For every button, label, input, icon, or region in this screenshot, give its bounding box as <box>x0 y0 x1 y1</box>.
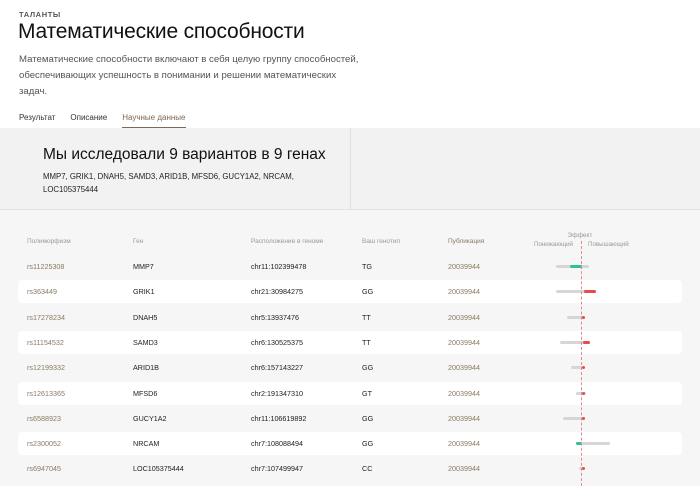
header-gene: Ген <box>133 238 144 245</box>
row-location: chr21:30984275 <box>251 287 303 296</box>
row-polymorphism[interactable]: rs6588923 <box>27 414 61 423</box>
row-gene: NRCAM <box>133 439 160 448</box>
table-row: rs2300052 NRCAM chr7:108088494 GG 20039944 <box>18 432 682 455</box>
effect-value-bar <box>581 366 585 369</box>
table-row: rs6588923 GUCY1A2 chr11:106619892 GG 2003994… <box>18 407 682 430</box>
row-location: chr7:107499947 <box>251 464 303 473</box>
row-location: chr11:106619892 <box>251 414 307 423</box>
row-location: chr6:157143227 <box>251 363 303 372</box>
row-genotype: GG <box>362 414 374 423</box>
row-polymorphism[interactable]: rs11225308 <box>27 262 64 271</box>
effect-value-bar <box>582 417 585 420</box>
tab-scientific-data[interactable]: Научные данные <box>122 113 186 128</box>
row-genotype: TG <box>362 262 372 271</box>
row-genotype: TT <box>362 313 371 322</box>
row-polymorphism[interactable]: rs12199332 <box>27 363 65 372</box>
row-genotype: TT <box>362 338 371 347</box>
row-polymorphism[interactable]: rs12613365 <box>27 389 65 398</box>
header-location: Расположение в геноме <box>251 238 324 245</box>
row-gene: MMP7 <box>133 262 154 271</box>
row-publication[interactable]: 20039944 <box>448 338 480 347</box>
row-gene: ARID1B <box>133 363 159 372</box>
row-publication[interactable]: 20039944 <box>448 439 480 448</box>
header-publication[interactable]: Публикация <box>448 238 484 245</box>
table-row: rs17278234 DNAH5 chr5:13937476 TT 20039944 <box>18 306 682 329</box>
header-effect-raising: Повышающий <box>588 241 629 248</box>
summary-title: Мы исследовали 9 вариантов в 9 генах <box>43 146 326 163</box>
header-effect: Эффект <box>567 232 593 239</box>
row-location: chr5:13937476 <box>251 313 299 322</box>
row-genotype: GG <box>362 439 374 448</box>
row-genotype: GT <box>362 389 372 398</box>
table-row: rs6947045 LOC105375444 chr7:107499947 CC 200… <box>18 457 682 480</box>
table-row: rs11225308 MMP7 chr11:102399478 TG 20039944 <box>18 255 682 278</box>
effect-value-bar <box>581 392 585 395</box>
tab-description[interactable]: Описание <box>70 113 107 128</box>
page-title: Математические способности <box>18 20 305 43</box>
header-genotype: Ваш генотип <box>362 238 401 245</box>
section-kicker: ТАЛАНТЫ <box>19 10 61 19</box>
row-polymorphism[interactable]: rs6947045 <box>27 464 61 473</box>
row-genotype: GG <box>362 287 374 296</box>
row-polymorphism[interactable]: rs2300052 <box>27 439 61 448</box>
summary-gene-list: MMP7, GRIK1, DNAH5, SAMD3, ARID1B, MFSD6… <box>43 172 294 194</box>
row-location: chr6:130525375 <box>251 338 303 347</box>
row-publication[interactable]: 20039944 <box>448 313 480 322</box>
effect-value-bar <box>582 316 585 319</box>
row-location: chr7:108088494 <box>251 439 303 448</box>
row-gene: DNAH5 <box>133 313 158 322</box>
row-location: chr11:102399478 <box>251 262 307 271</box>
table-row: rs12199332 ARID1B chr6:157143227 GG 20039944 <box>18 356 682 379</box>
research-summary: Мы исследовали 9 вариантов в 9 генах MMP… <box>0 128 700 210</box>
header-polymorphism: Полиморфизм <box>27 238 71 245</box>
summary-divider <box>350 128 351 210</box>
row-polymorphism[interactable]: rs363449 <box>27 287 57 296</box>
row-publication[interactable]: 20039944 <box>448 464 480 473</box>
row-publication[interactable]: 20039944 <box>448 414 480 423</box>
table-row: rs11154532 SAMD3 chr6:130525375 TT 20039944 <box>18 331 682 354</box>
page-header: ТАЛАНТЫ Математические способности Матем… <box>0 0 700 128</box>
row-genotype: CC <box>362 464 373 473</box>
header-effect-lowering: Понижающий <box>534 241 573 248</box>
row-gene: GUCY1A2 <box>133 414 167 423</box>
row-polymorphism[interactable]: rs11154532 <box>27 338 64 347</box>
row-location: chr2:191347310 <box>251 389 303 398</box>
row-publication[interactable]: 20039944 <box>448 389 480 398</box>
row-gene: GRIK1 <box>133 287 155 296</box>
tab-bar: Результат Описание Научные данные <box>19 113 201 128</box>
row-genotype: GG <box>362 363 374 372</box>
row-gene: MFSD6 <box>133 389 158 398</box>
row-gene: LOC105375444 <box>133 464 184 473</box>
page-description: Математические способности включают в се… <box>19 54 359 97</box>
effect-zero-axis <box>581 241 582 486</box>
row-publication[interactable]: 20039944 <box>448 262 480 271</box>
row-publication[interactable]: 20039944 <box>448 363 480 372</box>
effect-value-bar <box>583 290 596 293</box>
tab-result[interactable]: Результат <box>19 113 55 128</box>
effect-value-bar <box>582 341 590 344</box>
row-polymorphism[interactable]: rs17278234 <box>27 313 65 322</box>
row-publication[interactable]: 20039944 <box>448 287 480 296</box>
table-row: rs12613365 MFSD6 chr2:191347310 GT 20039944 <box>18 382 682 405</box>
table-row: rs363449 GRIK1 chr21:30984275 GG 20039944 <box>18 280 682 303</box>
row-gene: SAMD3 <box>133 338 158 347</box>
